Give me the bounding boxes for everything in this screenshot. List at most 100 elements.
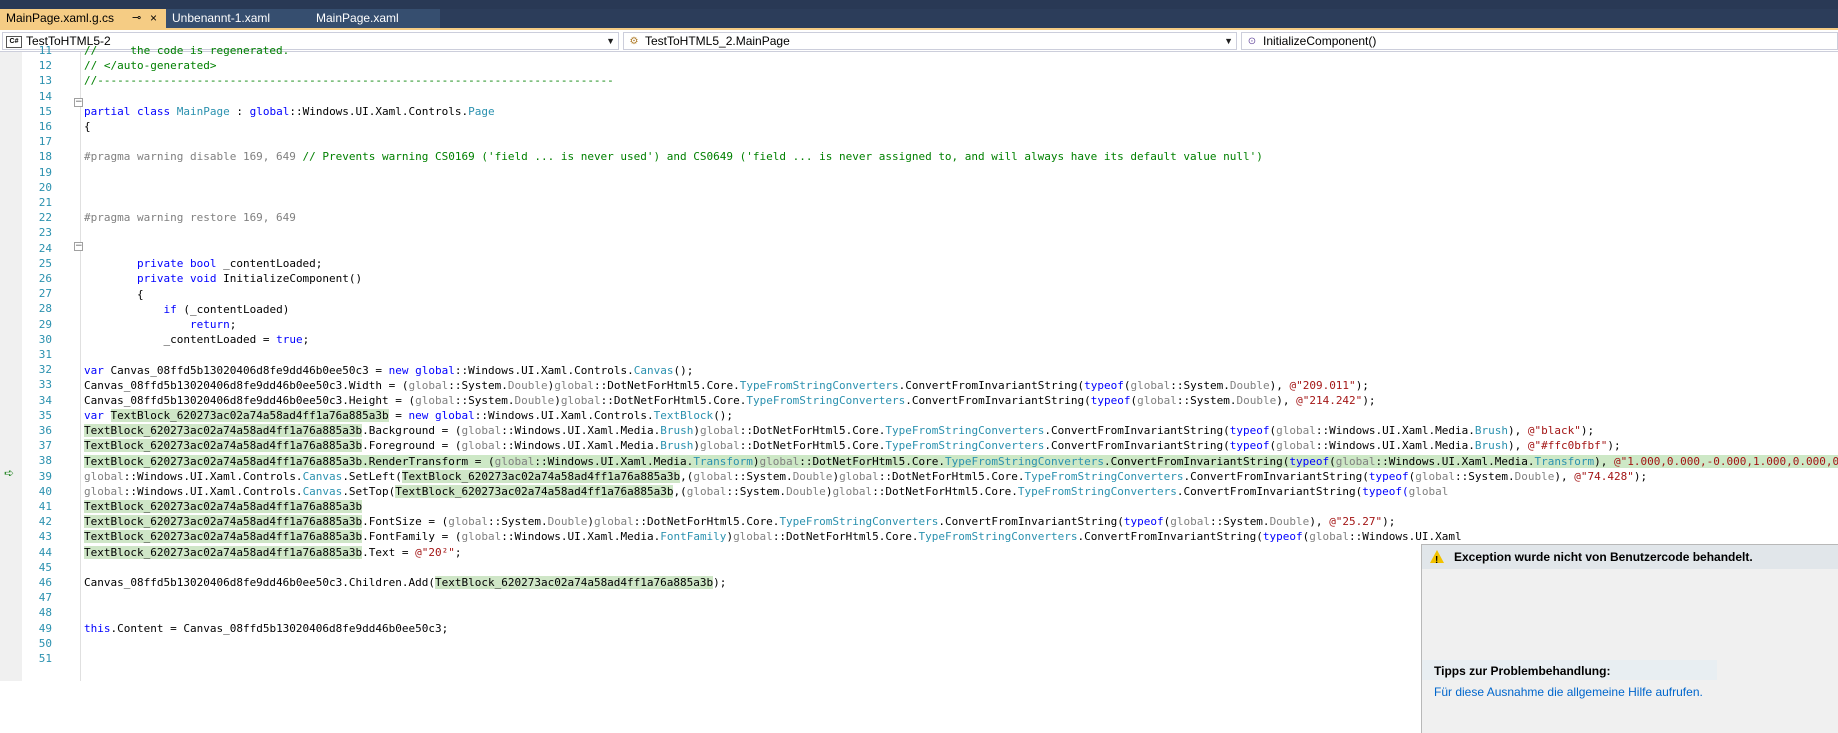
tab-label: Unbenannt-1.xaml xyxy=(172,11,271,25)
class-dropdown-value: TestToHTML5_2.MainPage xyxy=(645,34,790,48)
code-line-35[interactable]: var TextBlock_620273ac02a74a58ad4ff1a76a… xyxy=(84,409,733,422)
line-number: 48 xyxy=(38,606,52,619)
indicator-margin[interactable] xyxy=(0,52,22,681)
line-number: 13 xyxy=(38,74,52,87)
chevron-down-icon: ▼ xyxy=(1224,36,1233,46)
member-dropdown-value: InitializeComponent() xyxy=(1263,34,1377,48)
code-line-42[interactable]: TextBlock_620273ac02a74a58ad4ff1a76a885a… xyxy=(84,515,1395,528)
line-number: 39 xyxy=(38,470,52,483)
line-number: 28 xyxy=(38,302,52,315)
pin-icon[interactable]: ⊸ xyxy=(132,9,141,28)
tab-mainpage-xaml[interactable]: MainPage.xaml xyxy=(312,9,440,28)
code-line-26[interactable]: private void InitializeComponent() xyxy=(84,272,362,285)
line-number: 29 xyxy=(38,318,52,331)
line-number: 50 xyxy=(38,637,52,650)
collapse-icon[interactable]: − xyxy=(74,242,83,251)
warning-icon-mark: ! xyxy=(1435,555,1439,566)
line-number: 33 xyxy=(38,378,52,391)
line-number: 22 xyxy=(38,211,52,224)
line-number: 49 xyxy=(38,622,52,635)
line-number: 51 xyxy=(38,652,52,665)
line-number: 47 xyxy=(38,591,52,604)
troubleshooting-tips-header: Tipps zur Problembehandlung: xyxy=(1434,664,1611,678)
line-number: 36 xyxy=(38,424,52,437)
outline-margin xyxy=(80,52,81,681)
line-number: 32 xyxy=(38,363,52,376)
line-number: 40 xyxy=(38,485,52,498)
line-number: 11 xyxy=(38,44,52,57)
line-number: 41 xyxy=(38,500,52,513)
document-tab-bar: MainPage.xaml.g.cs ⊸ × Unbenannt-1.xaml … xyxy=(0,9,1838,30)
line-number: 19 xyxy=(38,166,52,179)
line-number: 18 xyxy=(38,150,52,163)
line-number: 44 xyxy=(38,546,52,559)
code-line-41[interactable]: TextBlock_620273ac02a74a58ad4ff1a76a885a… xyxy=(84,500,363,513)
code-line-48[interactable]: this.Content = Canvas_08ffd5b13020406d8f… xyxy=(84,622,448,635)
code-line-18[interactable]: #pragma warning disable 169, 649 // Prev… xyxy=(84,150,1263,163)
title-strip xyxy=(0,0,1838,9)
code-line-30[interactable]: _contentLoaded = true; xyxy=(84,333,309,346)
tab-unbenannt-1-xaml[interactable]: Unbenannt-1.xaml xyxy=(166,9,312,28)
collapse-icon[interactable]: − xyxy=(74,98,83,107)
exception-header: ! Exception wurde nicht von Benutzercode… xyxy=(1422,545,1838,569)
class-dropdown[interactable]: ⚙ TestToHTML5_2.MainPage ▼ xyxy=(623,32,1237,50)
tab-label: MainPage.xaml xyxy=(316,11,399,25)
line-number: 14 xyxy=(38,90,52,103)
code-line-15[interactable]: partial class MainPage : global::Windows… xyxy=(84,105,495,118)
code-line-27[interactable]: { xyxy=(84,288,144,301)
current-statement-arrow-icon: ➪ xyxy=(4,466,15,480)
code-line-44[interactable]: TextBlock_620273ac02a74a58ad4ff1a76a885a… xyxy=(84,546,462,559)
code-line-32[interactable]: var Canvas_08ffd5b13020406d8fe9dd46b0ee5… xyxy=(84,364,693,377)
line-number: 25 xyxy=(38,257,52,270)
code-line-13[interactable]: //--------------------------------------… xyxy=(84,74,614,87)
exception-title: Exception wurde nicht von Benutzercode b… xyxy=(1454,550,1753,564)
line-number: 21 xyxy=(38,196,52,209)
code-line-22[interactable]: #pragma warning restore 169, 649 xyxy=(84,211,296,224)
code-editor[interactable]: ➪ − − 11 12 13 14 15 16 17 18 19 20 21 22 23 24 25 26 27… xyxy=(0,44,1838,733)
csharp-project-icon: C# xyxy=(6,35,22,48)
close-icon[interactable]: × xyxy=(150,9,157,28)
line-number: 45 xyxy=(38,561,52,574)
code-line-39[interactable]: global::Windows.UI.Xaml.Controls.Canvas.… xyxy=(84,470,1647,483)
line-number: 24 xyxy=(38,242,52,255)
line-number: 27 xyxy=(38,287,52,300)
line-number: 46 xyxy=(38,576,52,589)
code-line-28[interactable]: if (_contentLoaded) xyxy=(84,303,289,316)
line-number: 31 xyxy=(38,348,52,361)
general-help-link[interactable]: Für diese Ausnahme die allgemeine Hilfe … xyxy=(1434,685,1703,699)
code-line-40[interactable]: global::Windows.UI.Xaml.Controls.Canvas.… xyxy=(84,485,1448,498)
line-number: 30 xyxy=(38,333,52,346)
chevron-down-icon: ▼ xyxy=(606,36,615,46)
code-line-43[interactable]: TextBlock_620273ac02a74a58ad4ff1a76a885a… xyxy=(84,530,1462,543)
code-line-36[interactable]: TextBlock_620273ac02a74a58ad4ff1a76a885a… xyxy=(84,424,1594,437)
line-number: 20 xyxy=(38,181,52,194)
code-line-16[interactable]: { xyxy=(84,120,91,133)
line-number: 38 xyxy=(38,454,52,467)
code-line-25[interactable]: private bool _contentLoaded; xyxy=(84,257,322,270)
line-number: 34 xyxy=(38,394,52,407)
tab-label: MainPage.xaml.g.cs xyxy=(6,11,115,25)
code-line-34[interactable]: Canvas_08ffd5b13020406d8fe9dd46b0ee50c3.… xyxy=(84,394,1376,407)
code-line-38-current-statement[interactable]: TextBlock_620273ac02a74a58ad4ff1a76a885a… xyxy=(84,455,1838,468)
tab-mainpage-xaml-g-cs[interactable]: MainPage.xaml.g.cs ⊸ × xyxy=(0,9,166,30)
code-line-12[interactable]: // </auto-generated> xyxy=(84,59,216,72)
line-number: 26 xyxy=(38,272,52,285)
code-line-33[interactable]: Canvas_08ffd5b13020406d8fe9dd46b0ee50c3.… xyxy=(84,379,1369,392)
line-number: 37 xyxy=(38,439,52,452)
code-line-37[interactable]: TextBlock_620273ac02a74a58ad4ff1a76a885a… xyxy=(84,439,1621,452)
line-number: 12 xyxy=(38,59,52,72)
code-line-29[interactable]: return; xyxy=(84,318,236,331)
line-number: 35 xyxy=(38,409,52,422)
method-icon: ⊙ xyxy=(1247,35,1257,47)
code-line-11[interactable]: // the code is regenerated. xyxy=(84,44,289,57)
line-number: 23 xyxy=(38,226,52,239)
line-number: 42 xyxy=(38,515,52,528)
exception-helper-popup[interactable]: ! Exception wurde nicht von Benutzercode… xyxy=(1421,544,1838,733)
code-line-45[interactable]: Canvas_08ffd5b13020406d8fe9dd46b0ee50c3.… xyxy=(84,576,726,589)
class-icon: ⚙ xyxy=(629,35,639,47)
line-number: 17 xyxy=(38,135,52,148)
line-number: 43 xyxy=(38,530,52,543)
line-number: 15 xyxy=(38,105,52,118)
member-dropdown[interactable]: ⊙ InitializeComponent() xyxy=(1241,32,1838,50)
line-number: 16 xyxy=(38,120,52,133)
